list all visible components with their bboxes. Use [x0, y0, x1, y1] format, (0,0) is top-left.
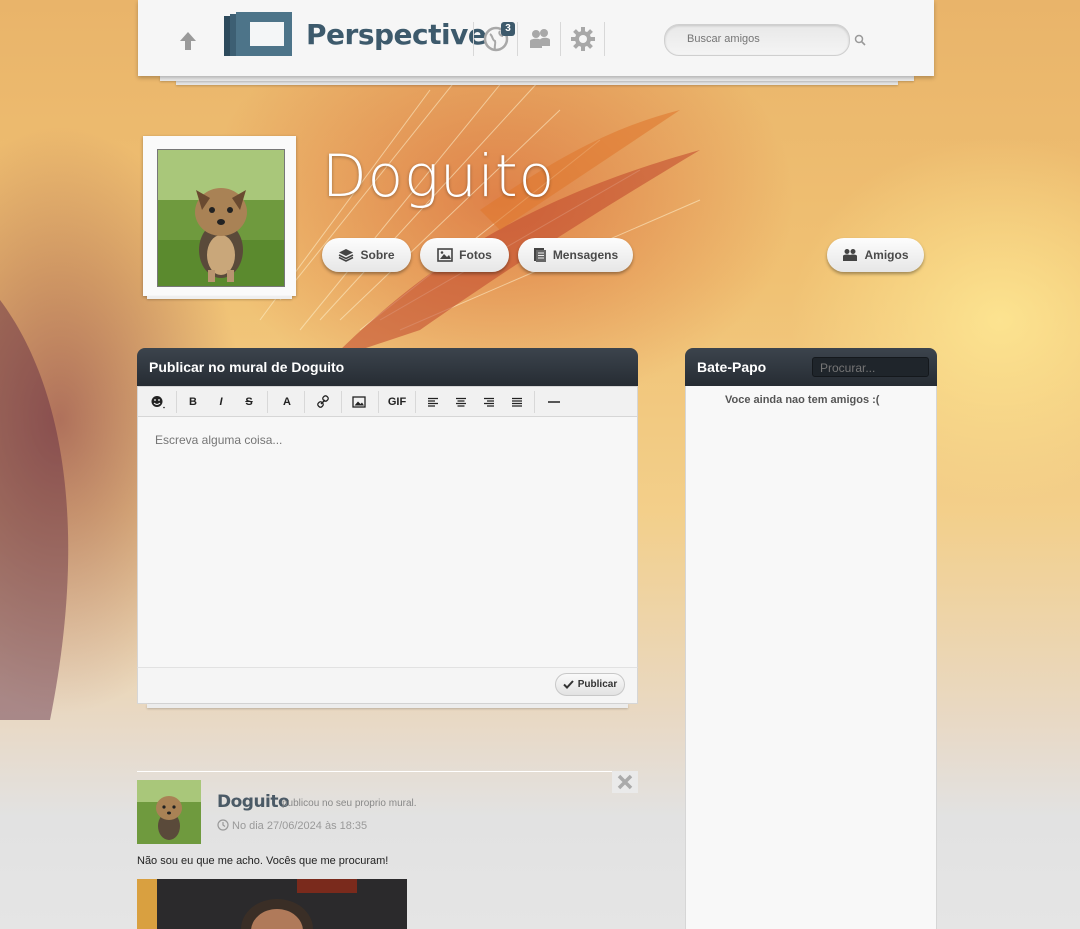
dog-photo [158, 150, 284, 286]
topbar-stack-shadow [160, 76, 914, 81]
notification-badge: 3 [501, 22, 515, 36]
strikethrough-button[interactable]: S [236, 387, 262, 417]
profile-avatar-frame [143, 136, 296, 299]
logo-text[interactable]: Perspective [306, 18, 487, 51]
align-left-icon [428, 397, 438, 407]
toolbar-divider [304, 391, 305, 413]
messages-label: Mensagens [552, 248, 619, 262]
post-author-name[interactable]: Doguito [217, 792, 290, 812]
publish-button[interactable]: Publicar [555, 673, 625, 696]
post-date: No dia 27/06/2024 às 18:35 [232, 820, 368, 832]
friend-search-input[interactable] [685, 32, 849, 46]
gif-button[interactable]: GIF [382, 387, 412, 417]
publish-panel-header: Publicar no mural de Doguito [137, 348, 638, 386]
justify-button[interactable] [504, 387, 530, 417]
profile-name: Doguito [322, 142, 556, 210]
link-button[interactable] [308, 387, 338, 417]
about-button[interactable]: Sobre [322, 238, 411, 272]
friends-button[interactable]: Amigos [827, 238, 924, 272]
post-photo [137, 879, 407, 929]
scroll-up-icon[interactable] [178, 30, 198, 52]
image-icon [437, 248, 453, 262]
logo-icon[interactable] [222, 10, 294, 60]
post-editor-input[interactable] [153, 431, 627, 655]
font-color-button[interactable]: A [272, 387, 302, 417]
chat-search-field[interactable] [812, 357, 929, 377]
post-editor[interactable] [137, 417, 638, 668]
nav-divider [560, 22, 561, 56]
horizontal-rule-icon [548, 401, 560, 403]
chat-panel-body [685, 386, 937, 929]
italic-button[interactable]: I [208, 387, 234, 417]
insert-image-button[interactable] [344, 387, 374, 417]
smiley-icon [151, 396, 165, 409]
image-icon [352, 396, 366, 408]
align-center-icon [456, 397, 466, 407]
horizontal-rule-button[interactable] [539, 387, 569, 417]
avatar-frame-shadow [147, 296, 292, 299]
toolbar-divider [378, 391, 379, 413]
topbar-stack-shadow [176, 81, 898, 85]
friends-icon [843, 249, 858, 261]
topbar: Perspective 3 [138, 0, 934, 76]
justify-icon [512, 397, 522, 407]
toolbar-divider [341, 391, 342, 413]
close-icon [617, 774, 633, 790]
clock-icon [217, 819, 229, 831]
emoji-button[interactable] [143, 387, 173, 417]
post-action-text: publicou no seu proprio mural. [282, 798, 417, 809]
toolbar-divider [267, 391, 268, 413]
messages-button[interactable]: Mensagens [518, 238, 633, 272]
publish-label: Publicar [577, 679, 618, 690]
nav-divider [517, 22, 518, 56]
dog-photo [137, 780, 201, 844]
post-author-avatar[interactable] [137, 780, 201, 844]
align-left-button[interactable] [420, 387, 446, 417]
post-image[interactable] [137, 879, 407, 929]
align-center-button[interactable] [448, 387, 474, 417]
chat-empty-message: Voce ainda nao tem amigos :( [725, 394, 880, 406]
link-icon [317, 395, 329, 408]
nav-divider [473, 22, 474, 56]
align-right-icon [484, 397, 494, 407]
publish-panel-shadow [147, 704, 628, 708]
toolbar-divider [176, 391, 177, 413]
friends-icon[interactable] [527, 26, 553, 52]
post-text: Não sou eu que me acho. Vocês que me pro… [137, 855, 389, 867]
photos-label: Fotos [459, 248, 492, 262]
chat-search-input[interactable] [818, 360, 927, 376]
layers-icon [339, 249, 354, 262]
profile-avatar[interactable] [157, 149, 285, 287]
toolbar-divider [534, 391, 535, 413]
editor-toolbar: B I S A GIF [137, 386, 638, 417]
search-icon[interactable] [854, 34, 866, 46]
font-color-label: A [283, 396, 291, 408]
toolbar-divider [415, 391, 416, 413]
friends-label: Amigos [864, 248, 909, 262]
nav-divider [604, 22, 605, 56]
gear-icon[interactable] [570, 26, 596, 52]
friend-search-field[interactable] [664, 24, 850, 56]
delete-post-button[interactable] [612, 771, 638, 793]
publish-panel-title: Publicar no mural de Doguito [149, 359, 345, 375]
post-divider [137, 771, 638, 772]
photos-button[interactable]: Fotos [420, 238, 509, 272]
chat-panel-title: Bate-Papo [697, 359, 767, 375]
about-label: Sobre [360, 248, 395, 262]
bold-button[interactable]: B [180, 387, 206, 417]
check-icon [563, 680, 574, 689]
align-right-button[interactable] [476, 387, 502, 417]
document-icon [533, 248, 546, 262]
